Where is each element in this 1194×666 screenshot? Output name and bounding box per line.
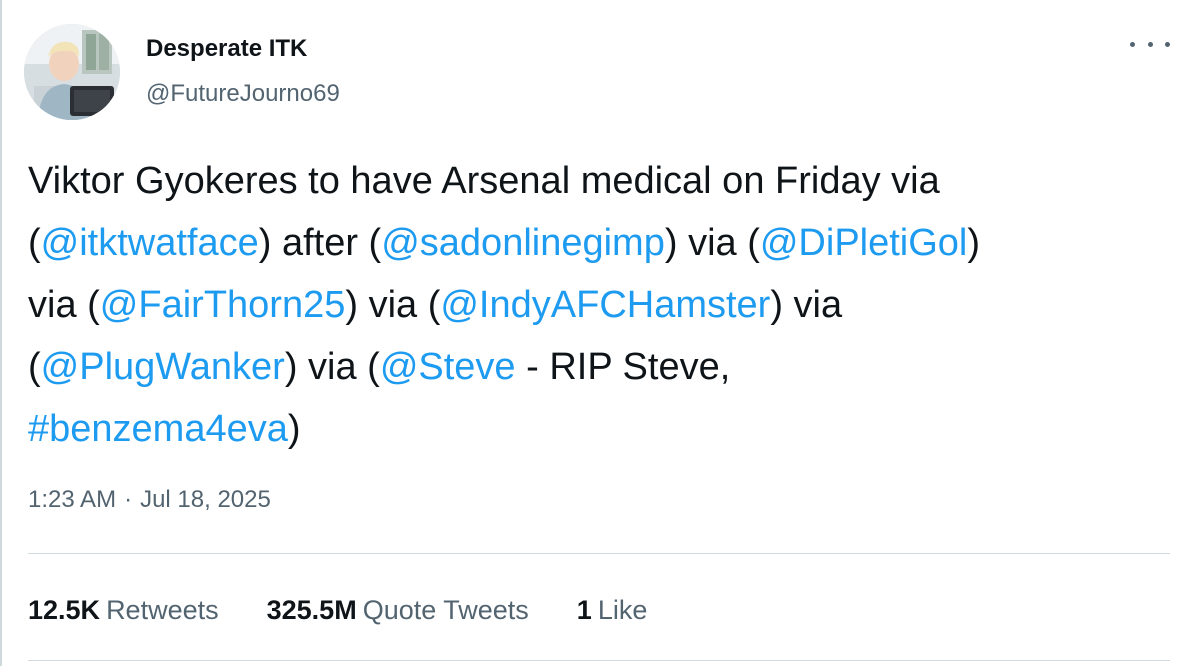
tweet-text-line: (@PlugWanker) via (@Steve - RIP Steve,: [28, 336, 1178, 398]
left-border: [0, 0, 2, 666]
tweet-text-line: (@itktwatface) after (@sadonlinegimp) vi…: [28, 212, 1178, 274]
tweet-text-segment: ) via: [770, 284, 843, 326]
divider-top: [28, 553, 1170, 554]
stat-retweets[interactable]: 12.5K Retweets: [28, 595, 219, 626]
tweet-text-line: #benzema4eva): [28, 398, 1178, 460]
stat-label: Like: [597, 594, 648, 625]
engagement-stats: 12.5K Retweets 325.5M Quote Tweets 1 Like: [28, 590, 695, 630]
tweet-text-segment: - RIP Steve,: [515, 346, 731, 388]
tweet-text-segment: (: [28, 346, 41, 388]
meta-separator: ·: [124, 486, 133, 513]
mention-link[interactable]: @sadonlinegimp: [381, 222, 665, 264]
tweet-text-segment: via (: [28, 284, 100, 326]
mention-link[interactable]: @Steve: [380, 346, 516, 388]
mention-link[interactable]: @DiPletiGol: [760, 222, 968, 264]
dot: [1165, 41, 1170, 47]
tweet-text-segment: ) via (: [284, 346, 380, 388]
mention-link[interactable]: @IndyAFCHamster: [440, 284, 770, 326]
mention-link[interactable]: @FairThorn25: [100, 284, 346, 326]
tweet-card: Desperate ITK @FutureJourno69 Viktor Gyo…: [0, 0, 1194, 666]
dot: [1147, 41, 1153, 47]
stat-like[interactable]: 1 Like: [577, 595, 648, 626]
more-icon[interactable]: [1130, 32, 1170, 56]
tweet-text-segment: ) via (: [664, 222, 760, 264]
stat-label: Retweets: [106, 594, 219, 625]
author-handle[interactable]: @FutureJourno69: [146, 78, 340, 110]
tweet-text-segment: ): [967, 222, 981, 264]
avatar-image: [24, 24, 120, 120]
avatar[interactable]: [24, 24, 120, 120]
stat-number: 12.5K: [28, 594, 101, 625]
mention-link[interactable]: @itktwatface: [41, 222, 259, 264]
tweet-text-segment: Viktor Gyokeres to have Arsenal medical …: [28, 160, 940, 202]
tweet-text-segment: ): [287, 408, 301, 450]
divider-bottom: [28, 660, 1170, 661]
stat-quote-tweets[interactable]: 325.5M Quote Tweets: [267, 595, 529, 626]
tweet-text: Viktor Gyokeres to have Arsenal medical …: [28, 150, 1178, 460]
hashtag-link[interactable]: #benzema4eva: [28, 408, 288, 450]
dot: [1130, 41, 1135, 47]
stat-label: Quote Tweets: [362, 594, 529, 625]
tweet-text-line: Viktor Gyokeres to have Arsenal medical …: [28, 150, 1178, 212]
tweet-text-segment: ) after (: [258, 222, 382, 264]
tweet-text-line: via (@FairThorn25) via (@IndyAFCHamster)…: [28, 274, 1178, 336]
stat-number: 325.5M: [266, 594, 357, 625]
tweet-time: 1:23 AM: [28, 486, 117, 513]
tweet-timestamp[interactable]: 1:23 AM · Jul 18, 2025: [28, 482, 271, 518]
tweet-text-segment: (: [28, 222, 41, 264]
mention-link[interactable]: @PlugWanker: [41, 346, 285, 388]
author-display-name[interactable]: Desperate ITK: [146, 33, 307, 65]
tweet-date: Jul 18, 2025: [140, 486, 271, 513]
stat-number: 1: [576, 594, 592, 625]
tweet-text-segment: ) via (: [345, 284, 441, 326]
